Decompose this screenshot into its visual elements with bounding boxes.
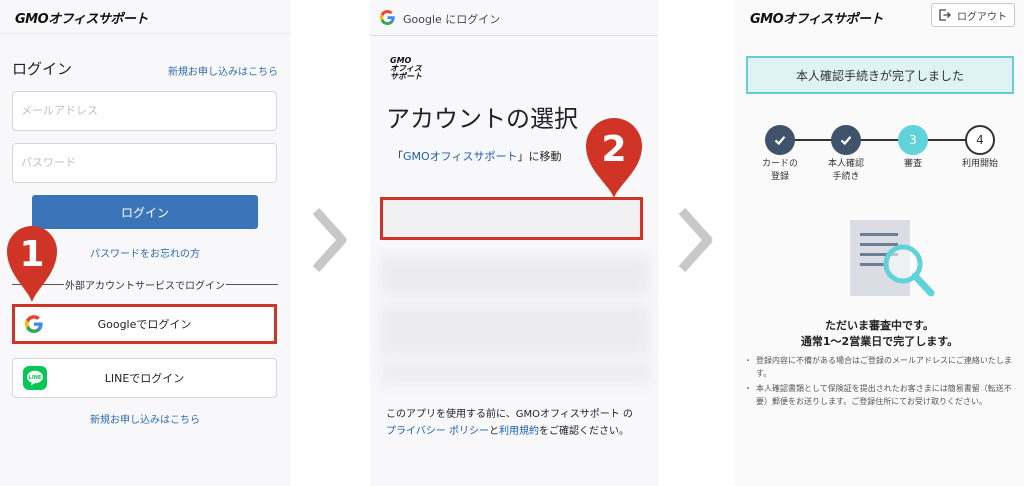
line-login-label: LINEでログイン — [104, 372, 185, 385]
google-login-button[interactable]: Googleでログイン — [12, 304, 277, 344]
review-line-1: ただいま審査中です。 — [825, 319, 934, 332]
google-header-title: Google にログイン — [403, 13, 501, 26]
app-logo: GMO オフィス サポート — [390, 57, 422, 81]
google-header: Google にログイン — [370, 0, 658, 36]
continue-app-name: GMOオフィスサポート — [403, 150, 518, 163]
note-item: 本人確認書類として保険証を提出されたお客さまには簡易書留（転送不要）郵便をお送り… — [744, 382, 1014, 408]
footer-text-2: をご確認ください。 — [538, 426, 629, 437]
check-icon — [774, 136, 786, 146]
logout-icon — [939, 9, 951, 21]
signup-link-bottom[interactable]: 新規お申し込みはこちら — [0, 411, 290, 426]
step-2-number: 2 — [601, 129, 626, 170]
review-notes: 登録内容に不備がある場合はご登録のメールアドレスにご連絡いたします。 本人確認書… — [744, 354, 1014, 410]
step-4-circle: 4 — [965, 125, 995, 155]
step-3-circle: 3 — [898, 125, 928, 155]
email-field[interactable] — [12, 91, 277, 131]
password-field[interactable] — [12, 143, 277, 183]
line-login-button[interactable]: LINE LINEでログイン — [12, 358, 277, 398]
chevron-right-icon — [678, 207, 713, 273]
stepper-line — [780, 139, 980, 141]
review-status-screen: GMOオフィスサポート ログアウト 本人確認手続きが完了しました 3 4 カード… — [735, 0, 1024, 486]
blurred-account-row[interactable] — [380, 255, 650, 295]
step-4-label: 利用開始 — [961, 159, 998, 169]
app-header: GMOオフィスサポート — [0, 0, 290, 34]
page-title: ログイン — [12, 60, 73, 78]
review-line-2: 通常1〜2営業日で完了します。 — [800, 335, 959, 348]
footer-text-1: このアプリを使用する前に、GMOオフィスサポート の — [386, 409, 633, 420]
step-2-label: 本人確認 手続き — [827, 159, 864, 182]
google-account-chooser: Google にログイン GMO オフィス サポート アカウントの選択 「GMO… — [370, 0, 658, 486]
blurred-account-row[interactable] — [380, 305, 650, 355]
brand-logo: GMOオフィスサポート — [750, 12, 883, 27]
brand-logo: GMOオフィスサポート — [15, 12, 148, 27]
chevron-right-icon — [312, 207, 347, 273]
selected-account-row[interactable] — [380, 197, 643, 240]
document-magnifier-icon — [850, 220, 935, 297]
step-1-circle — [765, 125, 795, 155]
step-3-label: 審査 — [903, 159, 922, 169]
app-logo-line-3: サポート — [390, 72, 422, 81]
privacy-policy-link[interactable]: プライバシー ポリシー — [386, 426, 489, 437]
footer-and: と — [488, 426, 499, 437]
note-item: 登録内容に不備がある場合はご登録のメールアドレスにご連絡いたします。 — [744, 354, 1014, 380]
check-icon — [840, 136, 852, 146]
google-g-icon — [380, 10, 395, 25]
google-login-label: Googleでログイン — [97, 318, 192, 331]
page-heading: アカウントの選択 — [386, 105, 578, 133]
login-button[interactable]: ログイン — [32, 195, 258, 229]
verification-complete-banner: 本人確認手続きが完了しました — [746, 56, 1014, 94]
blurred-account-row[interactable] — [380, 362, 650, 384]
continue-suffix: 」に移動 — [517, 150, 562, 163]
terms-link[interactable]: 利用規約 — [499, 426, 539, 437]
continue-to-text: 「GMOオフィスサポート」に移動 — [392, 148, 561, 164]
svg-text:LINE: LINE — [29, 375, 42, 381]
google-g-icon — [25, 315, 43, 333]
step-1-label: カードの 登録 — [761, 159, 798, 182]
step-1-marker: 1 — [7, 226, 57, 302]
consent-footer: このアプリを使用する前に、GMOオフィスサポート の プライバシー ポリシーと利… — [386, 406, 648, 440]
logout-button[interactable]: ログアウト — [931, 3, 1015, 27]
signup-link[interactable]: 新規お申し込みはこちら — [168, 63, 278, 78]
step-2-circle — [831, 125, 861, 155]
step-1-number: 1 — [19, 234, 44, 275]
continue-prefix: 「 — [392, 150, 403, 163]
line-app-icon: LINE — [23, 366, 47, 390]
step-2-marker: 2 — [586, 118, 642, 198]
review-status-message: ただいま審査中です。 通常1〜2営業日で完了します。 — [735, 318, 1024, 350]
logout-label: ログアウト — [957, 11, 1007, 23]
